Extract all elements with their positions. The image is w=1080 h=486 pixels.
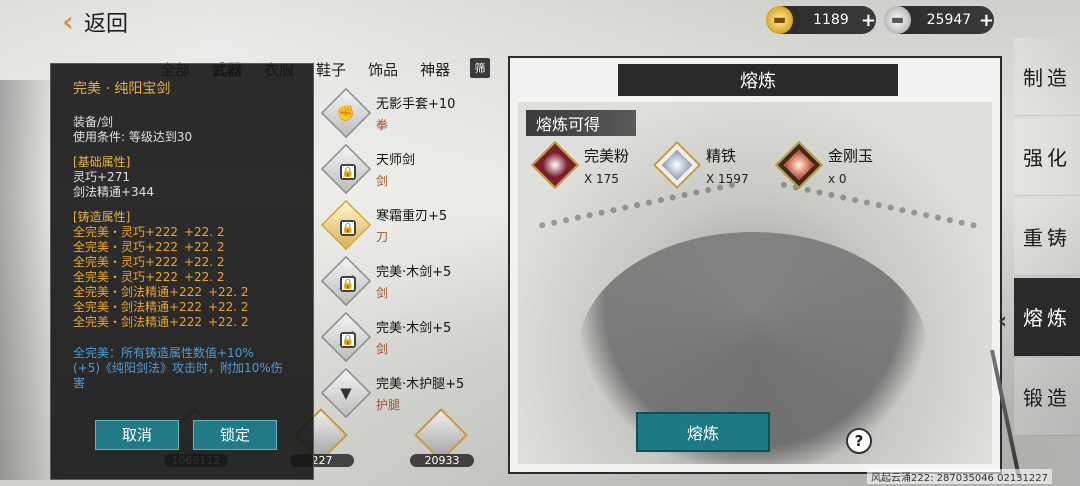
glove-icon: ✊ bbox=[336, 104, 356, 122]
item-name: 无影手套+10 bbox=[376, 97, 456, 112]
tooltip-requirement: 使用条件: 等级达到30 bbox=[73, 130, 193, 144]
smelt-panel: 熔炼 熔炼可得 完美粉 X 175 精铁 X 1597 金刚玉 x 0 熔炼 ? bbox=[508, 56, 1002, 474]
silver-ingot-icon: ▬ bbox=[884, 6, 911, 34]
base-attr: 剑法精通+344 bbox=[73, 185, 154, 199]
lock-icon: 🔒 bbox=[340, 164, 356, 180]
item-type: 剑 bbox=[376, 174, 389, 188]
item-type: 护腿 bbox=[376, 398, 401, 412]
chevron-left-icon: ‹ bbox=[998, 309, 1008, 334]
lock-icon: 🔒 bbox=[340, 220, 356, 236]
reward-count: x 0 bbox=[828, 171, 847, 186]
tab-shoes[interactable]: 鞋子 bbox=[316, 59, 346, 80]
list-item[interactable]: ／ 🔒 完美·木剑+5 剑 bbox=[320, 254, 502, 308]
silver-currency: ▬ 25947 + bbox=[884, 6, 994, 34]
side-nav-reforge[interactable]: 重铸 bbox=[1014, 198, 1080, 276]
item-list: ✊ 无影手套+10 拳 ⚔ 🔒 天师剑 剑 ⚔ 🔒 寒霜重刃+5 刀 ／ 🔒 完… bbox=[320, 86, 502, 419]
forge-attr: 全完美・灵巧+222 +22. 2 bbox=[73, 225, 225, 239]
side-nav-enhance[interactable]: 强化 bbox=[1014, 118, 1080, 196]
lock-button[interactable]: 锁定 bbox=[193, 420, 277, 450]
cancel-button[interactable]: 取消 bbox=[95, 420, 179, 450]
item-name: 天师剑 bbox=[376, 153, 416, 168]
base-attr-header: [基础属性] bbox=[73, 155, 131, 169]
material-count: 20933 bbox=[410, 454, 474, 467]
base-attr: 灵巧+271 bbox=[73, 170, 130, 184]
tab-accessory[interactable]: 饰品 bbox=[368, 59, 398, 80]
set-bonus: 全完美：所有铸造属性数值+10% bbox=[73, 346, 254, 360]
forge-attr-header: [铸造属性] bbox=[73, 210, 131, 224]
item-name: 完美·木护腿+5 bbox=[376, 377, 465, 392]
back-label: 返回 bbox=[84, 12, 129, 37]
lock-icon: 🔒 bbox=[340, 276, 356, 292]
tooltip-title: 完美 · 纯阳宝剑 bbox=[73, 81, 171, 97]
perfect-powder-icon bbox=[530, 140, 580, 190]
add-gold-button[interactable]: + bbox=[861, 10, 876, 31]
silver-amount: 25947 bbox=[926, 12, 972, 28]
lock-icon: 🔒 bbox=[340, 332, 356, 348]
smelt-header: 熔炼 bbox=[618, 64, 898, 96]
list-item[interactable]: ⚔ 🔒 天师剑 剑 bbox=[320, 142, 502, 196]
filter-button[interactable]: 筛 bbox=[470, 58, 490, 78]
list-item[interactable]: ▼ 完美·木护腿+5 护腿 bbox=[320, 366, 502, 420]
item-name: 完美·木剑+5 bbox=[376, 265, 452, 280]
item-type: 拳 bbox=[376, 118, 389, 132]
list-item[interactable]: ⚔ 🔒 寒霜重刃+5 刀 bbox=[320, 198, 502, 252]
reward-name: 完美粉 bbox=[584, 146, 630, 165]
chevron-left-icon: ‹ bbox=[62, 5, 74, 38]
forge-attr: 全完美・剑法精通+222 +22. 2 bbox=[73, 285, 249, 299]
add-silver-button[interactable]: + bbox=[979, 10, 994, 31]
item-type: 剑 bbox=[376, 342, 389, 356]
smelt-scene: 熔炼可得 完美粉 X 175 精铁 X 1597 金刚玉 x 0 bbox=[518, 102, 992, 464]
list-item[interactable]: ／ 🔒 完美·木剑+5 剑 bbox=[320, 310, 502, 364]
side-nav-smelt[interactable]: 熔炼 bbox=[1014, 278, 1080, 356]
set-bonus: (+5)《纯阳剑法》攻击时，附加10%伤害 bbox=[73, 361, 283, 390]
reward-count: X 175 bbox=[584, 171, 619, 186]
item-icon: ✊ bbox=[320, 87, 372, 139]
forge-attr: 全完美・剑法精通+222 +22. 2 bbox=[73, 300, 249, 314]
forge-attr: 全完美・剑法精通+222 +22. 2 bbox=[73, 315, 249, 329]
tooltip-actions: 取消 锁定 bbox=[95, 420, 323, 450]
reward-name: 金刚玉 bbox=[828, 146, 874, 165]
back-button[interactable]: ‹ 返回 bbox=[58, 6, 128, 38]
reward-count: X 1597 bbox=[706, 171, 749, 186]
reward-item[interactable]: 金刚玉 x 0 bbox=[774, 140, 873, 190]
reward-name: 精铁 bbox=[706, 146, 737, 165]
side-nav: 制造 强化 重铸 熔炼 锻造 bbox=[1014, 38, 1080, 438]
smelt-obtain-label: 熔炼可得 bbox=[526, 110, 636, 136]
item-type: 剑 bbox=[376, 286, 389, 300]
reward-item[interactable]: 精铁 X 1597 bbox=[652, 140, 749, 190]
gold-amount: 1189 bbox=[813, 12, 849, 28]
item-icon: ▼ bbox=[320, 367, 372, 419]
tab-artifact[interactable]: 神器 bbox=[420, 59, 450, 80]
leg-guard-icon: ▼ bbox=[340, 384, 352, 402]
list-item[interactable]: ✊ 无影手套+10 拳 bbox=[320, 86, 502, 140]
item-tooltip: 完美 · 纯阳宝剑 装备/剑 使用条件: 等级达到30 [基础属性] 灵巧+27… bbox=[50, 63, 314, 480]
item-type: 刀 bbox=[376, 230, 389, 244]
forge-attr: 全完美・灵巧+222 +22. 2 bbox=[73, 240, 225, 254]
tooltip-equip-type: 装备/剑 bbox=[73, 115, 114, 129]
reward-item[interactable]: 完美粉 X 175 bbox=[530, 140, 629, 190]
forge-attr: 全完美・灵巧+222 +22. 2 bbox=[73, 270, 225, 284]
help-icon[interactable]: ? bbox=[846, 428, 872, 454]
side-nav-forge[interactable]: 锻造 bbox=[1014, 358, 1080, 436]
forge-attr: 全完美・灵巧+222 +22. 2 bbox=[73, 255, 225, 269]
item-name: 完美·木剑+5 bbox=[376, 321, 452, 336]
side-nav-craft[interactable]: 制造 bbox=[1014, 38, 1080, 116]
refined-iron-icon bbox=[652, 140, 702, 190]
watermark: 风起云涌222: 287035046 02131227 bbox=[867, 469, 1052, 484]
smelt-button[interactable]: 熔炼 bbox=[636, 412, 770, 452]
gold-ingot-icon: ▬ bbox=[766, 6, 793, 34]
item-name: 寒霜重刃+5 bbox=[376, 209, 448, 224]
gold-currency: ▬ 1189 + bbox=[766, 6, 876, 34]
diamond-jade-icon bbox=[774, 140, 824, 190]
material-slot[interactable]: 20933 bbox=[410, 408, 474, 470]
